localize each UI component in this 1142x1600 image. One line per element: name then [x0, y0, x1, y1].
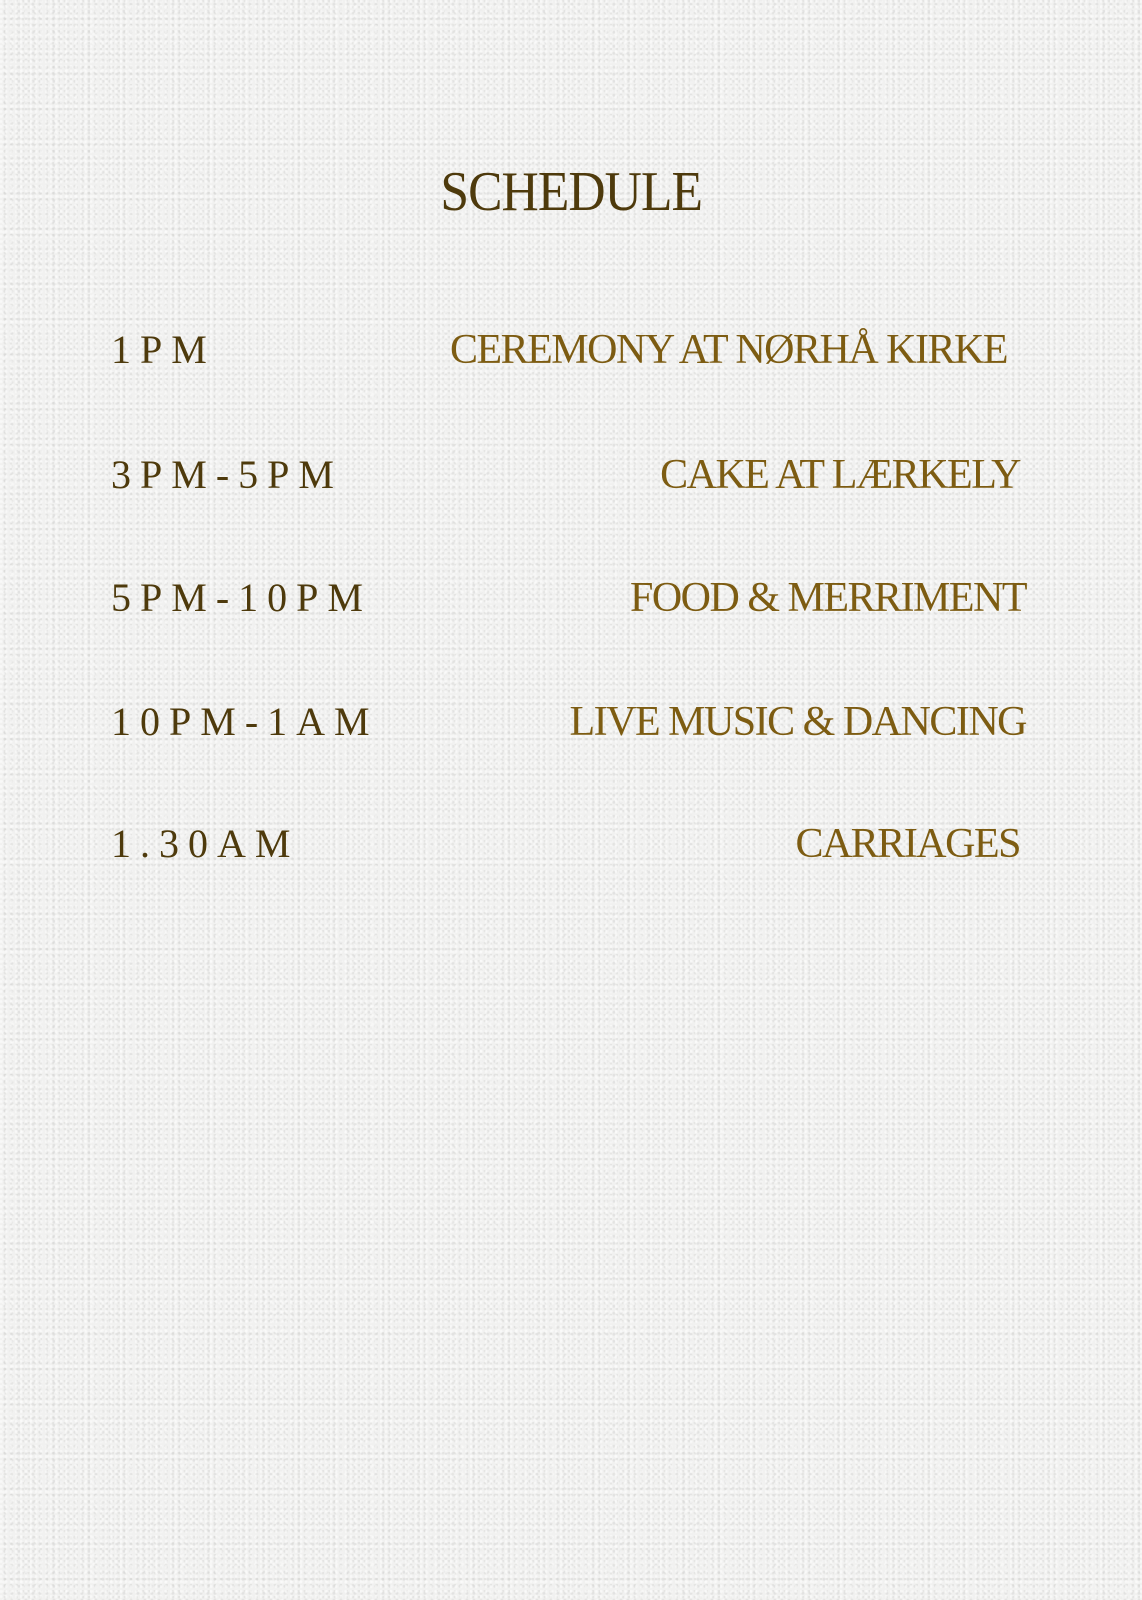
schedule-row: 3PM-5PM CAKE AT LÆRKELY: [0, 450, 1142, 500]
schedule-time: 1PM: [111, 327, 216, 372]
schedule-event: FOOD & MERRIMENT: [629, 575, 1028, 621]
schedule-time: 5PM-10PM: [111, 575, 372, 620]
schedule-time: 10PM-1AM: [111, 699, 379, 744]
schedule-time: 1.30AM: [111, 821, 300, 866]
schedule-row: 5PM-10PM FOOD & MERRIMENT: [0, 573, 1142, 623]
schedule-row: 10PM-1AM LIVE MUSIC & DANCING: [0, 697, 1142, 747]
page-title-text: SCHEDULE: [440, 161, 703, 223]
schedule-event: CEREMONY AT NØRHÅ KIRKE: [449, 327, 1009, 373]
page-title: SCHEDULE: [0, 162, 1142, 222]
schedule-event: CAKE AT LÆRKELY: [660, 452, 1021, 498]
schedule-event: LIVE MUSIC & DANCING: [569, 699, 1028, 745]
schedule-row: 1PM CEREMONY AT NØRHÅ KIRKE: [0, 325, 1142, 375]
schedule-time: 3PM-5PM: [111, 452, 343, 497]
schedule-row: 1.30AM CARRIAGES: [0, 819, 1142, 869]
schedule-event: CARRIAGES: [795, 821, 1021, 867]
schedule-page: SCHEDULE 1PM CEREMONY AT NØRHÅ KIRKE 3PM…: [0, 0, 1142, 1600]
